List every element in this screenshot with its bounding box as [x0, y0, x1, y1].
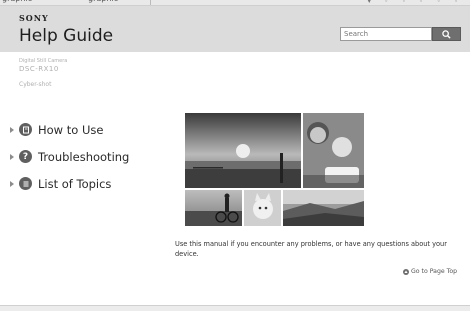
nav-item-label: How to Use	[38, 122, 104, 137]
page-title: Help Guide	[19, 26, 114, 46]
photo-sunset-beach	[185, 113, 301, 188]
photo-kitten	[244, 190, 281, 226]
model-series: Cyber-shot	[19, 81, 52, 88]
nav-item-label: Troubleshooting	[38, 149, 130, 164]
arrow-up-icon	[403, 268, 409, 275]
model-number: DSC-RX10	[19, 65, 59, 73]
nav-item-troubleshooting[interactable]: ? Troubleshooting	[10, 143, 129, 170]
chevron-right-icon	[10, 153, 14, 160]
photo-cyclist	[185, 190, 242, 226]
browser-tab[interactable]: graphic	[88, 0, 118, 3]
intro-text: Use this manual if you encounter any pro…	[175, 240, 447, 258]
chevron-right-icon	[10, 126, 14, 133]
search-form	[340, 27, 461, 41]
page-header: SONY Help Guide	[0, 6, 470, 52]
photo-birthday-cake	[303, 113, 364, 188]
browser-toolbar-icons[interactable]: ▾ ◦ ◦ ◦ ◦ ◦	[368, 0, 464, 5]
go-to-page-top-link[interactable]: Go to Page Top	[403, 268, 457, 275]
hero-photo-collage	[185, 113, 364, 226]
model-category: Digital Still Camera	[19, 58, 68, 64]
photo-landscape	[283, 190, 364, 226]
page-top-label: Go to Page Top	[411, 268, 458, 275]
nav-item-label: List of Topics	[38, 176, 112, 191]
browser-tab[interactable]: graphic	[2, 0, 32, 3]
nav-item-list-of-topics[interactable]: List of Topics	[10, 170, 129, 197]
chevron-right-icon	[10, 180, 14, 187]
book-icon	[19, 123, 32, 136]
nav-item-how-to-use[interactable]: How to Use	[10, 116, 129, 143]
search-input[interactable]	[340, 27, 432, 41]
question-icon: ?	[19, 150, 32, 163]
horizontal-scrollbar[interactable]	[0, 305, 470, 311]
brand-logo[interactable]: SONY	[19, 13, 49, 23]
list-icon	[19, 177, 32, 190]
search-icon	[442, 29, 451, 39]
search-button[interactable]	[432, 27, 461, 41]
main-nav: How to Use ? Troubleshooting List of Top…	[10, 116, 129, 197]
model-info: Digital Still Camera DSC-RX10 Cyber-shot	[19, 58, 67, 90]
